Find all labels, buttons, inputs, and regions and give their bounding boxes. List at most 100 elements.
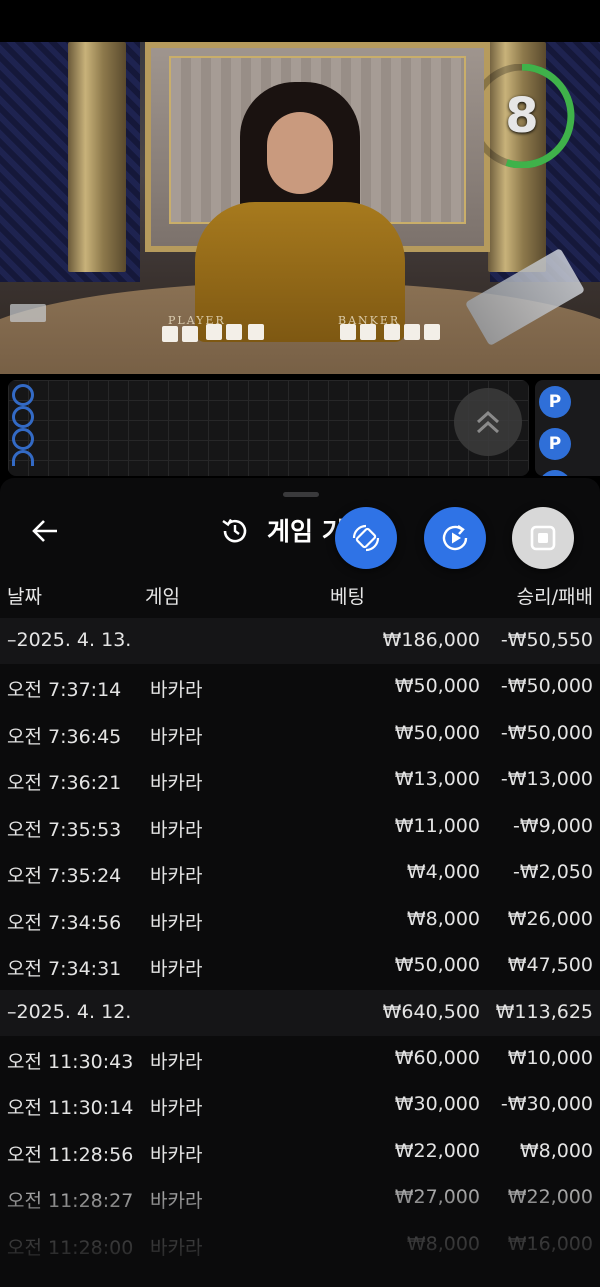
row-time: 오전 11:28:27: [7, 1190, 134, 1212]
date-group-row[interactable]: –2025. 4. 12. ₩640,500 ₩113,625: [0, 989, 600, 1036]
card: [384, 324, 400, 340]
countdown-number: 8: [505, 88, 539, 144]
row-result: ₩10,000: [507, 1046, 593, 1069]
row-time: 오전 7:35:24: [7, 865, 122, 887]
row-game: 바카라: [150, 679, 203, 701]
player-result-badge: P: [539, 386, 571, 418]
countdown-timer: 8: [469, 63, 578, 169]
chevron-up-double-icon: [476, 410, 500, 434]
row-bet: ₩50,000: [394, 954, 480, 976]
row-bet: ₩11,000: [394, 814, 480, 837]
row-result: -₩2,050: [512, 861, 593, 883]
card: [248, 324, 264, 340]
group-bet-total: ₩640,500: [382, 1000, 480, 1023]
history-list: –2025. 4. 13. ₩186,000 -₩50,550 오전 7:37:14 바…: [0, 618, 600, 1268]
history-row[interactable]: 오전 11:28:27 바카라 ₩27,000 ₩22,000: [0, 1175, 600, 1222]
road-marker: [12, 406, 34, 428]
group-result-total: ₩113,625: [495, 1000, 593, 1023]
date-group-row[interactable]: –2025. 4. 13. ₩186,000 -₩50,550: [0, 618, 600, 664]
column-header-game: 게임: [145, 586, 180, 608]
card: [340, 324, 356, 340]
history-row[interactable]: 오전 11:28:56 바카라 ₩22,000 ₩8,000: [0, 1129, 600, 1176]
row-time: 오전 7:36:21: [7, 772, 122, 794]
row-time: 오전 7:36:45: [7, 725, 122, 748]
row-result: ₩26,000: [507, 907, 593, 930]
history-row[interactable]: 오전 7:35:53 바카라 ₩11,000 -₩9,000: [0, 804, 600, 851]
discard-tray: [10, 304, 46, 322]
history-row[interactable]: 오전 7:37:14 바카라 ₩50,000 -₩50,000: [0, 664, 600, 711]
row-time: 오전 7:34:56: [7, 911, 122, 934]
road-marker: [12, 384, 34, 406]
row-result: -₩50,000: [500, 721, 593, 744]
row-game: 바카라: [150, 865, 203, 887]
row-result: ₩8,000: [519, 1139, 593, 1162]
row-time: 오전 11:30:14: [7, 1097, 134, 1119]
rotate-screen-icon: [352, 524, 380, 552]
group-date: –2025. 4. 12.: [7, 1000, 132, 1023]
card: [404, 324, 420, 340]
row-result: -₩13,000: [500, 768, 593, 790]
row-time: 오전 11:28:00: [7, 1236, 134, 1259]
group-bet-total: ₩186,000: [382, 629, 480, 651]
row-bet: ₩22,000: [394, 1139, 480, 1162]
row-game: 바카라: [150, 818, 203, 841]
pillar-left: [68, 42, 126, 272]
sheet-grabber[interactable]: [283, 492, 319, 497]
row-bet: ₩30,000: [394, 1093, 480, 1115]
history-row[interactable]: 오전 11:28:00 바카라 ₩8,000 ₩16,000: [0, 1222, 600, 1269]
history-row[interactable]: 오전 7:35:24 바카라 ₩4,000 -₩2,050: [0, 850, 600, 897]
row-result: -₩9,000: [512, 814, 593, 837]
card: [162, 326, 178, 342]
side-road-panel[interactable]: P P P: [535, 380, 600, 476]
card: [424, 324, 440, 340]
history-row[interactable]: 오전 7:36:45 바카라 ₩50,000 -₩50,000: [0, 711, 600, 758]
bead-road[interactable]: [8, 380, 529, 476]
row-bet: ₩8,000: [406, 1232, 480, 1255]
row-result: ₩47,500: [507, 954, 593, 976]
stop-button[interactable]: [512, 507, 574, 569]
history-row[interactable]: 오전 7:36:21 바카라 ₩13,000 -₩13,000: [0, 757, 600, 804]
row-game: 바카라: [150, 1190, 203, 1212]
history-row[interactable]: 오전 11:30:43 바카라 ₩60,000 ₩10,000: [0, 1036, 600, 1083]
column-header-date: 날짜: [7, 586, 42, 608]
row-game: 바카라: [150, 725, 203, 748]
player-result-badge: P: [539, 470, 571, 476]
row-bet: ₩50,000: [394, 675, 480, 697]
collapse-roadmap-button[interactable]: [454, 388, 522, 456]
row-result: -₩30,000: [500, 1093, 593, 1115]
row-result: ₩16,000: [507, 1232, 593, 1255]
rotate-screen-button[interactable]: [335, 507, 397, 569]
column-header-result: 승리/패배: [516, 586, 593, 608]
history-row[interactable]: 오전 7:34:56 바카라 ₩8,000 ₩26,000: [0, 897, 600, 944]
history-clock-icon: [222, 518, 247, 543]
group-date: –2025. 4. 13.: [7, 629, 132, 651]
arrow-left-icon: [32, 520, 57, 542]
history-row[interactable]: 오전 7:34:31 바카라 ₩50,000 ₩47,500: [0, 943, 600, 990]
replay-button[interactable]: [424, 507, 486, 569]
status-bar: [0, 0, 600, 42]
history-row[interactable]: 오전 11:30:14 바카라 ₩30,000 -₩30,000: [0, 1082, 600, 1129]
row-time: 오전 11:30:43: [7, 1050, 134, 1073]
row-bet: ₩8,000: [406, 907, 480, 930]
row-result: ₩22,000: [507, 1186, 593, 1208]
row-time: 오전 7:34:31: [7, 958, 122, 980]
column-header-bet: 베팅: [330, 586, 365, 608]
row-result: -₩50,000: [500, 675, 593, 697]
row-game: 바카라: [150, 1050, 203, 1073]
row-bet: ₩27,000: [394, 1186, 480, 1208]
game-history-sheet: 게임 기 날짜 게임 베팅 승리/패배 –2025. 4. 13. ₩186,00…: [0, 478, 600, 1287]
row-time: 오전 11:28:56: [7, 1143, 134, 1166]
row-game: 바카라: [150, 911, 203, 934]
replay-play-icon: [442, 525, 468, 551]
row-bet: ₩60,000: [394, 1046, 480, 1069]
row-bet: ₩13,000: [394, 768, 480, 790]
back-button[interactable]: [22, 508, 68, 554]
row-bet: ₩50,000: [394, 721, 480, 744]
card: [206, 324, 222, 340]
group-result-total: -₩50,550: [500, 629, 593, 651]
row-game: 바카라: [150, 772, 203, 794]
row-time: 오전 7:35:53: [7, 818, 122, 841]
row-game: 바카라: [150, 1143, 203, 1166]
page-title: 게임 기: [267, 517, 345, 546]
card: [182, 326, 198, 342]
